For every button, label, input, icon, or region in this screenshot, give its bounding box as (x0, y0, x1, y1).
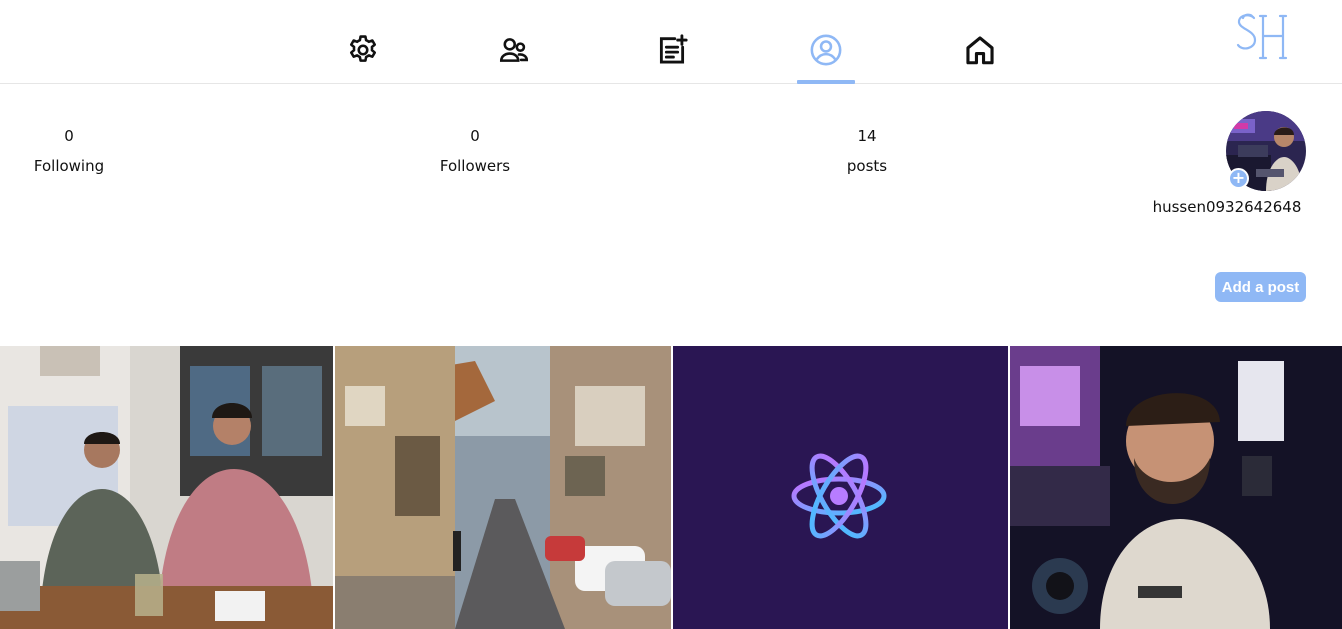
followers-stat[interactable]: 0 Followers (415, 126, 535, 176)
post-photo-street (335, 346, 671, 629)
users-icon (499, 38, 529, 62)
followers-count: 0 (470, 127, 480, 145)
following-count: 0 (64, 127, 74, 145)
username: hussen0932642648 (1152, 198, 1302, 216)
home-nav-button[interactable] (960, 30, 1000, 70)
post-thumbnail[interactable] (673, 346, 1008, 629)
following-stat[interactable]: 0 Following (9, 126, 129, 176)
posts-grid (0, 346, 1342, 629)
add-avatar-button[interactable]: + (1228, 168, 1249, 189)
active-tab-indicator (797, 80, 855, 84)
new-post-nav-button[interactable] (652, 30, 692, 70)
post-thumbnail[interactable] (0, 346, 333, 629)
add-post-button[interactable]: Add a post (1215, 272, 1306, 302)
posts-count: 14 (857, 127, 877, 145)
home-icon (966, 36, 994, 65)
post-photo-cafe (0, 346, 333, 629)
settings-nav-button[interactable] (343, 30, 383, 70)
sh-monogram-logo[interactable] (1232, 10, 1290, 64)
post-thumbnail[interactable] (1010, 346, 1342, 629)
following-label: Following (33, 157, 105, 175)
post-thumbnail[interactable] (335, 346, 671, 629)
gear-icon (349, 35, 377, 62)
posts-stat: 14 posts (807, 126, 927, 176)
post-photo-react-logo (673, 346, 1008, 629)
followers-label: Followers (439, 157, 511, 175)
friends-nav-button[interactable] (494, 30, 534, 70)
user-circle-icon (810, 34, 842, 66)
post-photo-night-selfie (1010, 346, 1342, 629)
profile-nav-button[interactable] (806, 30, 846, 70)
add-note-icon (659, 34, 688, 64)
posts-label: posts (846, 157, 888, 175)
top-navigation-bar (0, 0, 1342, 84)
